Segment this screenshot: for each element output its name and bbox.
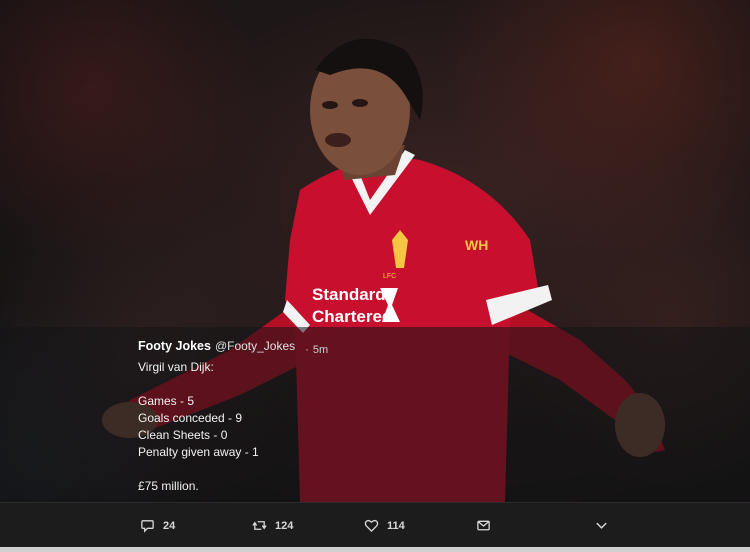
- retweet-count: 124: [275, 519, 294, 532]
- retweet-icon: [252, 521, 267, 530]
- tweet-line: Clean Sheets - 0: [138, 428, 228, 442]
- like-count: 114: [387, 519, 405, 532]
- more-options-button[interactable]: [594, 518, 609, 533]
- author-handle[interactable]: @Footy_Jokes: [215, 338, 295, 355]
- tweet-line: Penalty given away - 1: [138, 445, 259, 459]
- tweet-line: Games - 5: [138, 394, 195, 408]
- tweet-text-overlay: [0, 327, 750, 502]
- like-icon: [364, 519, 379, 533]
- chevron-down-icon: [596, 522, 607, 529]
- tweet-action-bar: 24 124 114: [0, 502, 750, 548]
- sponsor-line1: Standard: [312, 285, 386, 304]
- tweet-line: [138, 461, 328, 478]
- tweet-header: Footy Jokes @Footy_Jokes · 5m: [138, 338, 328, 356]
- bottom-divider: [0, 547, 750, 552]
- message-button[interactable]: [476, 518, 491, 533]
- reply-icon: [141, 520, 154, 533]
- retweet-button[interactable]: 124: [252, 518, 293, 533]
- svg-text:WH: WH: [465, 237, 488, 253]
- sponsor-line2: Chartered: [312, 307, 392, 326]
- club-badge-text: LFC: [383, 273, 396, 280]
- tweet-line: Virgil van Dijk:: [138, 360, 214, 374]
- like-button[interactable]: 114: [364, 518, 405, 533]
- time-separator: ·: [305, 344, 309, 356]
- tweet-line: [138, 376, 328, 393]
- tweet-line: £75 million.: [138, 479, 199, 493]
- tweet-content: Footy Jokes @Footy_Jokes · 5m Virgil van…: [138, 338, 328, 495]
- author-name[interactable]: Footy Jokes: [138, 338, 211, 355]
- reply-button[interactable]: 24: [140, 518, 175, 533]
- tweet-line: Goals conceded - 9: [138, 411, 243, 425]
- reply-count: 24: [163, 519, 176, 532]
- message-icon: [477, 520, 490, 531]
- tweet-timestamp[interactable]: 5m: [313, 342, 328, 359]
